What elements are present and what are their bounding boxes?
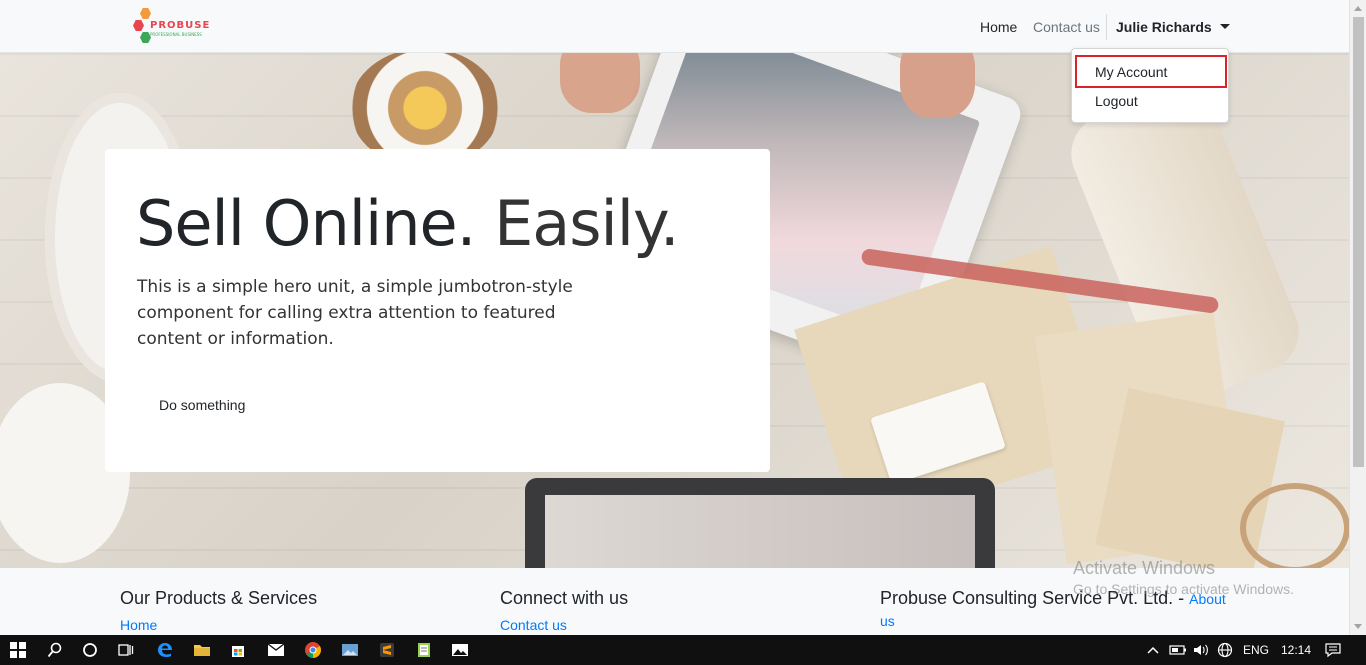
show-hidden-icons-chevron-icon[interactable]	[1143, 640, 1163, 660]
hero-section: Sell Online. Easily. This is a simple he…	[0, 53, 1349, 568]
watermark-subtitle: Go to Settings to activate Windows.	[1073, 581, 1294, 597]
footer-about-link-continued[interactable]: us	[880, 613, 1230, 629]
battery-icon[interactable]	[1168, 640, 1188, 660]
watermark-title: Activate Windows	[1073, 558, 1216, 578]
hero-bg-hand-right	[900, 53, 975, 118]
nav-home-link[interactable]: Home	[980, 19, 1017, 35]
store-icon[interactable]	[228, 640, 248, 660]
input-language[interactable]: ENG	[1243, 643, 1269, 657]
scrollbar-thumb[interactable]	[1353, 17, 1364, 467]
dropdown-item-my-account[interactable]: My Account	[1095, 64, 1167, 80]
top-navbar: PROBUSE PROFESSIONAL BUSINESS Home Conta…	[0, 0, 1349, 53]
user-name: Julie Richards	[1116, 19, 1212, 35]
logo-hex-red-icon	[133, 20, 144, 31]
network-globe-icon[interactable]	[1215, 640, 1235, 660]
vertical-scrollbar[interactable]	[1349, 0, 1366, 635]
scroll-down-arrow-icon[interactable]	[1354, 624, 1362, 629]
sublime-text-icon[interactable]	[377, 640, 397, 660]
windows-taskbar: ENG 12:14	[0, 635, 1366, 665]
chrome-icon[interactable]	[303, 640, 323, 660]
nav-divider	[1106, 14, 1107, 40]
hero-bg-laptop-screen	[545, 495, 975, 568]
action-center-icon[interactable]	[1323, 640, 1343, 660]
dropdown-item-logout[interactable]: Logout	[1095, 93, 1138, 109]
task-view-icon[interactable]	[116, 640, 136, 660]
jumbotron-card: Sell Online. Easily. This is a simple he…	[105, 149, 770, 472]
windows-start-icon[interactable]	[8, 640, 28, 660]
footer-column-connect: Connect with us Contact us	[500, 588, 628, 633]
image-viewer-icon[interactable]	[450, 640, 470, 660]
footer-column-products: Our Products & Services Home	[120, 588, 317, 633]
logo-tagline: PROFESSIONAL BUSINESS	[150, 32, 202, 37]
footer-home-link[interactable]: Home	[120, 617, 317, 633]
cortana-icon[interactable]	[80, 640, 100, 660]
do-something-button[interactable]: Do something	[137, 389, 267, 421]
user-menu-toggle[interactable]: Julie Richards	[1116, 19, 1230, 35]
footer-contact-link[interactable]: Contact us	[500, 617, 628, 633]
mail-icon[interactable]	[266, 640, 286, 660]
hero-title-light: Easily.	[494, 187, 679, 260]
volume-icon[interactable]	[1191, 640, 1211, 660]
edge-browser-icon[interactable]	[155, 640, 175, 660]
search-icon[interactable]	[45, 640, 65, 660]
hero-title-strong: Sell Online.	[136, 187, 476, 260]
scroll-up-arrow-icon[interactable]	[1354, 6, 1362, 11]
photos-app-icon[interactable]	[340, 640, 360, 660]
caret-down-icon	[1219, 24, 1230, 29]
logo-hex-orange-icon	[140, 8, 151, 19]
user-dropdown-menu: My Account Logout	[1071, 48, 1229, 123]
nav-contact-link[interactable]: Contact us	[1033, 19, 1100, 35]
footer-heading-connect: Connect with us	[500, 588, 629, 608]
hero-title: Sell Online. Easily.	[136, 187, 680, 260]
logo-wordmark: PROBUSE	[150, 20, 211, 31]
hero-bg-hand-left	[560, 53, 640, 113]
taskbar-clock[interactable]: 12:14	[1281, 643, 1311, 657]
notepad-icon[interactable]	[414, 640, 434, 660]
file-explorer-icon[interactable]	[192, 640, 212, 660]
footer-heading-products: Our Products & Services	[120, 588, 318, 608]
probuse-logo[interactable]: PROBUSE PROFESSIONAL BUSINESS	[131, 8, 209, 46]
windows-activation-watermark: Activate Windows Go to Settings to activ…	[1073, 558, 1294, 597]
hero-description: This is a simple hero unit, a simple jum…	[137, 277, 573, 349]
hero-bg-twine	[1240, 483, 1349, 568]
